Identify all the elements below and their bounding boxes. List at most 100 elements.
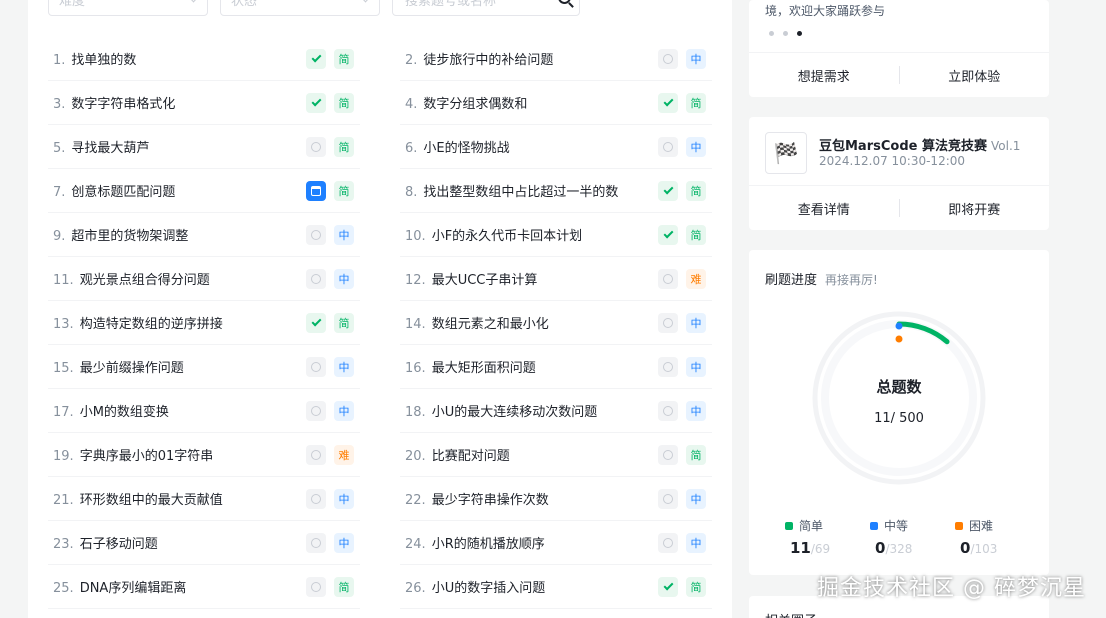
legend-count: 11/69 bbox=[785, 539, 865, 557]
status-select[interactable]: 状态 bbox=[220, 0, 380, 16]
total-label: 总题数 bbox=[876, 378, 922, 396]
contest-title[interactable]: 豆包MarsCode 算法竞技赛 Vol.1 bbox=[819, 135, 1020, 154]
problem-title[interactable]: 21. 环形数组中的最大贡献值 bbox=[53, 489, 306, 508]
problem-row[interactable]: 19. 字典序最小的01字符串 难 bbox=[48, 433, 360, 477]
view-details-button[interactable]: 查看详情 bbox=[749, 199, 899, 218]
check-icon bbox=[311, 52, 321, 62]
problem-row[interactable]: 7. 创意标题匹配问题 简 bbox=[48, 169, 360, 213]
difficulty-badge: 中 bbox=[686, 400, 706, 421]
problem-title[interactable]: 10. 小F的永久代币卡回本计划 bbox=[405, 225, 658, 244]
problem-title[interactable]: 20. 比赛配对问题 bbox=[405, 445, 658, 464]
unsolved-status bbox=[658, 312, 678, 333]
problem-row[interactable]: 24. 小R的随机播放顺序 中 bbox=[400, 521, 712, 565]
carousel-dot[interactable] bbox=[783, 31, 788, 36]
difficulty-badge: 中 bbox=[686, 48, 706, 69]
problem-title[interactable]: 7. 创意标题匹配问题 bbox=[53, 181, 306, 200]
problem-row[interactable]: 18. 小U的最大连续移动次数问题 中 bbox=[400, 389, 712, 433]
problem-number: 19. bbox=[53, 449, 74, 464]
unsolved-status bbox=[658, 532, 678, 553]
problem-title[interactable]: 18. 小U的最大连续移动次数问题 bbox=[405, 401, 658, 420]
search-icon[interactable] bbox=[558, 0, 571, 4]
problem-title[interactable]: 19. 字典序最小的01字符串 bbox=[53, 445, 306, 464]
legend-item: 困难 0/103 bbox=[955, 517, 1035, 557]
difficulty-badge: 简 bbox=[334, 48, 354, 69]
problem-title[interactable]: 24. 小R的随机播放顺序 bbox=[405, 533, 658, 552]
problem-name: 比赛配对问题 bbox=[431, 449, 510, 464]
problem-title[interactable]: 16. 最大矩形面积问题 bbox=[405, 357, 658, 376]
problem-title[interactable]: 2. 徒步旅行中的补给问题 bbox=[405, 49, 658, 68]
problem-title[interactable]: 14. 数组元素之和最小化 bbox=[405, 313, 658, 332]
problem-row[interactable]: 15. 最少前缀操作问题 中 bbox=[48, 345, 360, 389]
problem-title[interactable]: 11. 观光景点组合得分问题 bbox=[53, 269, 306, 288]
difficulty-select[interactable]: 难度 bbox=[48, 0, 208, 16]
problem-name: 小E的怪物挑战 bbox=[423, 141, 510, 156]
problem-name: 小U的最大连续移动次数问题 bbox=[431, 405, 598, 420]
problem-row[interactable]: 11. 观光景点组合得分问题 中 bbox=[48, 257, 360, 301]
problem-title[interactable]: 6. 小E的怪物挑战 bbox=[405, 137, 658, 156]
problem-row[interactable]: 5. 寻找最大葫芦 简 bbox=[48, 125, 360, 169]
request-feature-button[interactable]: 想提需求 bbox=[749, 66, 899, 85]
unsolved-status bbox=[306, 356, 326, 377]
problem-row[interactable]: 21. 环形数组中的最大贡献值 中 bbox=[48, 477, 360, 521]
problem-title[interactable]: 12. 最大UCC子串计算 bbox=[405, 269, 658, 288]
problem-row[interactable]: 22. 最少字符串操作次数 中 bbox=[400, 477, 712, 521]
problem-title[interactable]: 25. DNA序列编辑距离 bbox=[53, 577, 306, 596]
carousel-dot-active[interactable] bbox=[797, 31, 802, 36]
legend-done: 0 bbox=[875, 539, 886, 557]
problem-row[interactable]: 10. 小F的永久代币卡回本计划 简 bbox=[400, 213, 712, 257]
problem-row[interactable]: 12. 最大UCC子串计算 难 bbox=[400, 257, 712, 301]
problem-row[interactable]: 9. 超市里的货物架调整 中 bbox=[48, 213, 360, 257]
try-now-button[interactable]: 立即体验 bbox=[900, 66, 1050, 85]
problem-row[interactable]: 2. 徒步旅行中的补给问题 中 bbox=[400, 37, 712, 81]
carousel-dot[interactable] bbox=[769, 31, 774, 36]
problem-title[interactable]: 15. 最少前缀操作问题 bbox=[53, 357, 306, 376]
problem-row[interactable]: 17. 小M的数组变换 中 bbox=[48, 389, 360, 433]
circle-icon bbox=[663, 317, 673, 328]
difficulty-badge: 中 bbox=[334, 400, 354, 421]
problem-title[interactable]: 3. 数字字符串格式化 bbox=[53, 93, 306, 112]
starting-soon-button[interactable]: 即将开赛 bbox=[900, 199, 1050, 218]
legend-item: 简单 11/69 bbox=[785, 517, 865, 557]
legend-text: 中等 bbox=[884, 519, 909, 533]
problem-title[interactable]: 9. 超市里的货物架调整 bbox=[53, 225, 306, 244]
problem-row[interactable]: 23. 石子移动问题 中 bbox=[48, 521, 360, 565]
problem-title[interactable]: 5. 寻找最大葫芦 bbox=[53, 137, 306, 156]
circle-icon bbox=[663, 361, 673, 372]
problem-title[interactable]: 17. 小M的数组变换 bbox=[53, 401, 306, 420]
problem-title[interactable]: 4. 数字分组求偶数和 bbox=[405, 93, 658, 112]
problem-title[interactable]: 1. 找单独的数 bbox=[53, 49, 306, 68]
problem-title[interactable]: 13. 构造特定数组的逆序拼接 bbox=[53, 313, 306, 332]
problem-number: 26. bbox=[405, 581, 426, 596]
problem-number: 7. bbox=[53, 185, 66, 200]
problem-title[interactable]: 26. 小U的数字插入问题 bbox=[405, 577, 658, 596]
unsolved-status bbox=[306, 400, 326, 421]
problem-row[interactable]: 20. 比赛配对问题 简 bbox=[400, 433, 712, 477]
problem-row[interactable]: 6. 小E的怪物挑战 中 bbox=[400, 125, 712, 169]
problem-panel: 难度 状态 搜索题号或名称 1. 找单独的数简 2. 徒步旅行中的补给问题中 3. 数字字… bbox=[28, 0, 732, 618]
problem-row[interactable]: 26. 小U的数字插入问题 简 bbox=[400, 565, 712, 609]
difficulty-badge: 中 bbox=[686, 532, 706, 553]
problem-title[interactable]: 23. 石子移动问题 bbox=[53, 533, 306, 552]
problem-number: 20. bbox=[405, 449, 426, 464]
problem-name: 最大UCC子串计算 bbox=[431, 273, 538, 288]
problem-title[interactable]: 8. 找出整型数组中占比超过一半的数 bbox=[405, 181, 658, 200]
carousel-dots bbox=[769, 31, 802, 36]
problem-row[interactable]: 4. 数字分组求偶数和 简 bbox=[400, 81, 712, 125]
difficulty-badge: 中 bbox=[334, 488, 354, 509]
difficulty-badge: 简 bbox=[334, 136, 354, 157]
problem-row[interactable]: 16. 最大矩形面积问题 中 bbox=[400, 345, 712, 389]
problem-row[interactable]: 8. 找出整型数组中占比超过一半的数 简 bbox=[400, 169, 712, 213]
circle-icon bbox=[311, 141, 321, 152]
search-input[interactable]: 搜索题号或名称 bbox=[392, 0, 580, 16]
problem-row[interactable]: 13. 构造特定数组的逆序拼接 简 bbox=[48, 301, 360, 345]
problem-row[interactable]: 3. 数字字符串格式化 简 bbox=[48, 81, 360, 125]
difficulty-badge: 简 bbox=[334, 92, 354, 113]
problem-row[interactable]: 14. 数组元素之和最小化 中 bbox=[400, 301, 712, 345]
difficulty-badge: 中 bbox=[686, 356, 706, 377]
problem-title[interactable]: 22. 最少字符串操作次数 bbox=[405, 489, 658, 508]
progress-legend: 简单 11/69 中等 0/328 困难 0/103 bbox=[785, 517, 1035, 557]
circle-icon bbox=[663, 273, 673, 284]
search-placeholder: 搜索题号或名称 bbox=[405, 0, 497, 9]
problem-row[interactable]: 1. 找单独的数 简 bbox=[48, 37, 360, 81]
problem-row[interactable]: 25. DNA序列编辑距离 简 bbox=[48, 565, 360, 609]
